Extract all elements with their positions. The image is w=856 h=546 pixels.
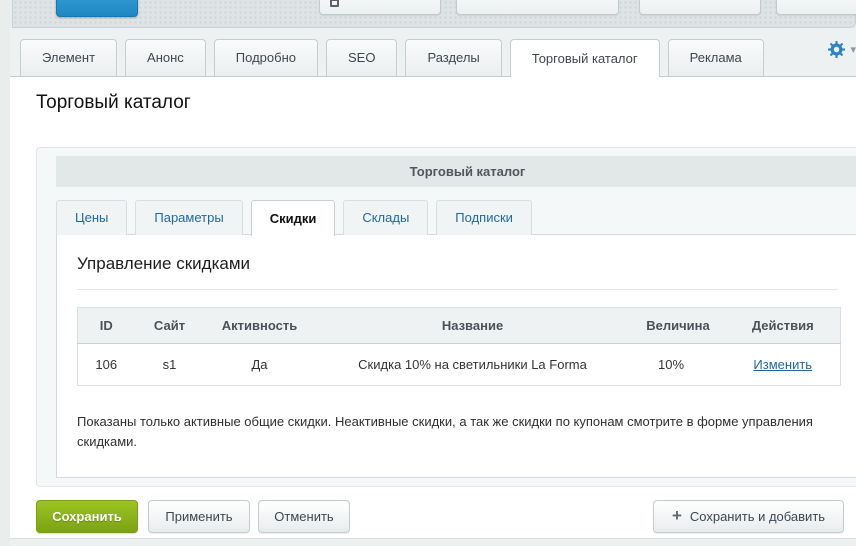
edit-discount-link[interactable]: Изменить: [753, 357, 812, 372]
tab-advertising[interactable]: Реклама: [668, 39, 764, 76]
cell-activity: Да: [205, 344, 315, 386]
tab-discounts[interactable]: Скидки: [251, 200, 336, 236]
plus-icon: +: [672, 506, 682, 526]
section-divider: [77, 289, 838, 290]
col-header-name: Название: [315, 308, 631, 344]
col-header-actions: Действия: [726, 308, 841, 344]
cell-actions: Изменить: [726, 344, 841, 386]
tab-sections[interactable]: Разделы: [405, 39, 501, 76]
tab-parameters[interactable]: Параметры: [135, 200, 242, 235]
tab-trade-catalog[interactable]: Торговый каталог: [510, 39, 660, 77]
trade-catalog-panel: Торговый каталог Цены Параметры Скидки С…: [36, 147, 856, 487]
table-header-row: ID Сайт Активность Название Величина Дей…: [78, 308, 841, 344]
tab-detail[interactable]: Подробно: [214, 39, 318, 76]
toolbar-button-icon: [330, 0, 339, 7]
toolbar-button-2[interactable]: [456, 0, 619, 15]
discounts-note: Показаны только активные общие скидки. Н…: [77, 412, 822, 452]
cell-value: 10%: [631, 344, 726, 386]
discounts-table: ID Сайт Активность Название Величина Дей…: [77, 307, 841, 386]
section-title: Управление скидками: [77, 254, 838, 274]
page-title: Торговый каталог: [36, 92, 191, 114]
cancel-button[interactable]: Отменить: [258, 500, 350, 533]
cell-name: Скидка 10% на светильники La Forma: [315, 344, 631, 386]
cell-id: 106: [78, 344, 135, 386]
toolbar-button-1[interactable]: [319, 0, 441, 15]
tab-element[interactable]: Элемент: [20, 39, 117, 76]
element-tab-bar: Элемент Анонс Подробно SEO Разделы Торго…: [10, 28, 856, 77]
col-header-value: Величина: [631, 308, 726, 344]
settings-gear-icon[interactable]: [828, 41, 845, 58]
tab-subscriptions[interactable]: Подписки: [436, 200, 532, 235]
toolbar-button-4[interactable]: [776, 0, 856, 15]
tab-seo[interactable]: SEO: [326, 39, 397, 76]
top-toolbar: [12, 0, 856, 28]
apply-button[interactable]: Применить: [148, 500, 250, 533]
toolbar-primary-button[interactable]: [56, 0, 138, 17]
tab-announce[interactable]: Анонс: [125, 39, 206, 76]
form-content: Торговый каталог Торговый каталог Цены П…: [10, 77, 856, 538]
tab-warehouses[interactable]: Склады: [343, 200, 428, 235]
tab-prices[interactable]: Цены: [56, 200, 127, 235]
col-header-site: Сайт: [135, 308, 205, 344]
save-and-add-label: Сохранить и добавить: [690, 509, 825, 524]
save-and-add-button[interactable]: + Сохранить и добавить: [653, 500, 844, 533]
discounts-tab-content: Управление скидками ID Сайт Активность Н…: [56, 234, 856, 478]
cell-site: s1: [135, 344, 205, 386]
table-row: 106 s1 Да Скидка 10% на светильники La F…: [78, 344, 841, 386]
bottom-strip: [10, 538, 856, 546]
col-header-id: ID: [78, 308, 135, 344]
catalog-tab-bar: Цены Параметры Скидки Склады Подписки: [56, 199, 856, 235]
save-button[interactable]: Сохранить: [36, 500, 138, 533]
toolbar-button-3[interactable]: [639, 0, 761, 15]
tabs-dropdown-arrow-icon[interactable]: ▾: [850, 43, 856, 56]
col-header-activity: Активность: [205, 308, 315, 344]
panel-header: Торговый каталог: [56, 156, 856, 187]
